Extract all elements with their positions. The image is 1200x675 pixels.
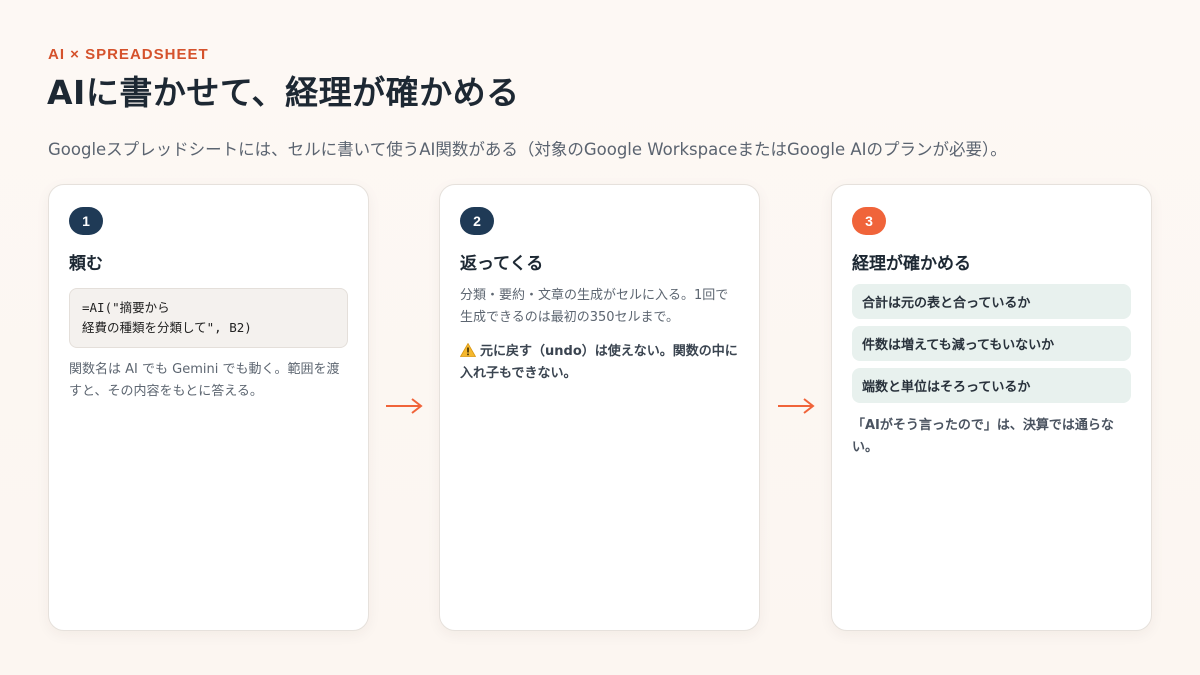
arrow-right-icon: [778, 398, 815, 414]
step-card-verify: 3 経理が確かめる 合計は元の表と合っているか 件数は増えても減ってもいないか …: [831, 184, 1152, 631]
page-subtitle: Googleスプレッドシートには、セルに書いて使うAI関数がある（対象のGoog…: [48, 140, 1007, 159]
page-title: AIに書かせて、経理が確かめる: [47, 73, 520, 112]
step-title: 返ってくる: [460, 254, 544, 274]
checklist-item: 件数は増えても減ってもいないか: [852, 326, 1131, 361]
checklist-item: 端数と単位はそろっているか: [852, 368, 1131, 403]
step-number-badge: 3: [852, 207, 886, 235]
closing-note: 「AIがそう言ったので」は、決算では通らない。: [852, 418, 1114, 455]
step-description: 関数名は AI でも Gemini でも動く。範囲を渡すと、その内容をもとに答え…: [69, 362, 340, 399]
formula-code-block: =AI("摘要から 経費の種類を分類して", B2): [69, 288, 348, 348]
warning-note: 元に戻す（undo）は使えない。関数の中に入れ子もできない。: [460, 341, 739, 385]
step-title: 頼む: [69, 254, 103, 274]
checklist: 合計は元の表と合っているか 件数は増えても減ってもいないか 端数と単位はそろって…: [852, 284, 1131, 403]
eyebrow-label: AI × SPREADSHEET: [48, 46, 209, 63]
step-card-ask: 1 頼む =AI("摘要から 経費の種類を分類して", B2) 関数名は AI …: [48, 184, 369, 631]
warning-icon: [460, 343, 476, 357]
checklist-item: 合計は元の表と合っているか: [852, 284, 1131, 319]
step-title: 経理が確かめる: [852, 254, 971, 274]
warning-text: 元に戻す（undo）は使えない。関数の中に入れ子もできない。: [460, 344, 738, 381]
step-number-badge: 1: [69, 207, 103, 235]
step-description: 分類・要約・文章の生成がセルに入る。1回で生成できるのは最初の350セルまで。: [460, 288, 729, 325]
step-number-badge: 2: [460, 207, 494, 235]
arrow-right-icon: [386, 398, 423, 414]
step-card-result: 2 返ってくる 分類・要約・文章の生成がセルに入る。1回で生成できるのは最初の3…: [439, 184, 760, 631]
